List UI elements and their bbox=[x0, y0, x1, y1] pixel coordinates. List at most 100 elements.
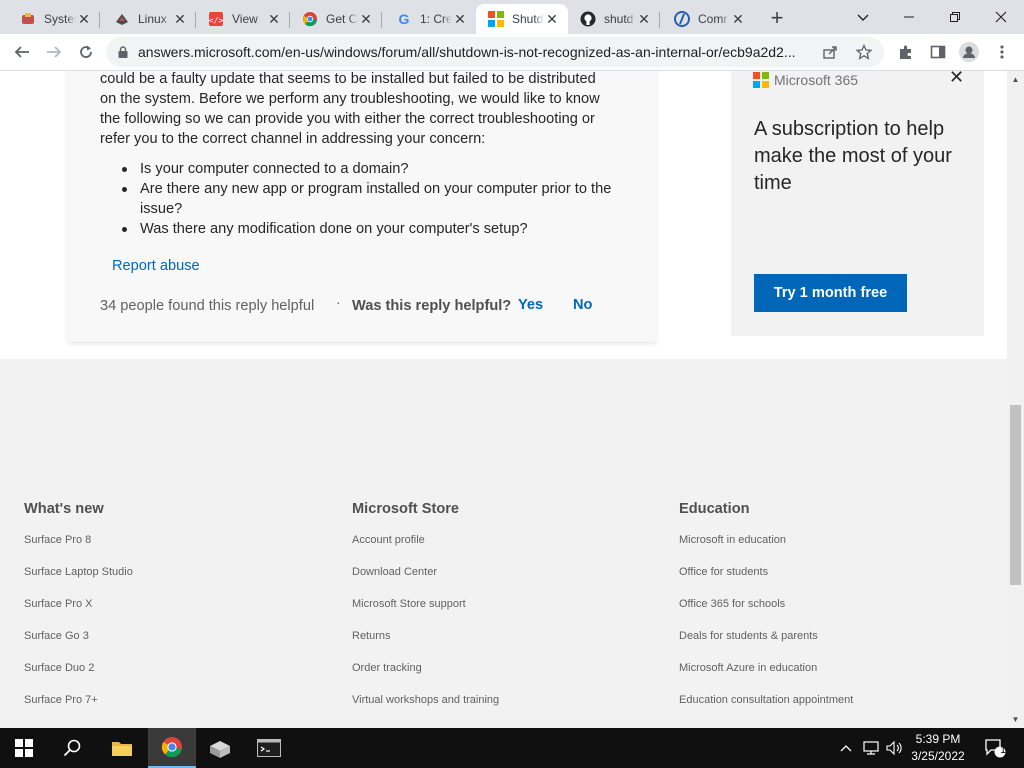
restore-icon bbox=[950, 12, 960, 22]
scroll-up-arrow-icon[interactable]: ▲ bbox=[1007, 71, 1024, 88]
page-scrollbar[interactable]: ▲ ▼ bbox=[1007, 71, 1024, 728]
forward-button[interactable] bbox=[40, 38, 68, 66]
footer-column-education: Education Microsoft in education Office … bbox=[679, 501, 979, 725]
footer-link[interactable]: Returns bbox=[352, 629, 652, 661]
brand-name: Microsoft 365 bbox=[774, 72, 859, 88]
footer-link[interactable]: Office for students bbox=[679, 565, 979, 597]
footer-heading: Education bbox=[679, 501, 750, 517]
footer-link[interactable]: Download Center bbox=[352, 565, 652, 597]
tab-title: View bbox=[232, 12, 258, 26]
footer-link[interactable]: Surface Duo 2 bbox=[24, 661, 324, 693]
tab-title: Linux bbox=[138, 12, 167, 26]
vote-yes-button[interactable]: Yes bbox=[518, 297, 543, 313]
close-tab-icon[interactable]: ✕ bbox=[636, 11, 652, 27]
notification-count: 1 bbox=[1000, 745, 1006, 756]
helpful-question: Was this reply helpful? bbox=[352, 298, 512, 314]
github-icon bbox=[580, 11, 596, 27]
browser-tab[interactable]: Get C ✕ bbox=[290, 4, 382, 34]
footer-link[interactable]: Deals for students & parents bbox=[679, 629, 979, 661]
footer-link[interactable]: Surface Go 3 bbox=[24, 629, 324, 661]
tab-title: Shutd bbox=[512, 12, 544, 26]
terminal-taskbar-button[interactable] bbox=[245, 728, 293, 768]
terminal-icon bbox=[257, 739, 281, 757]
bookmark-star-icon[interactable] bbox=[856, 44, 872, 60]
arrow-right-icon bbox=[47, 46, 62, 58]
chrome-menu-button[interactable] bbox=[988, 38, 1016, 66]
footer-link[interactable]: Surface Pro 7+ bbox=[24, 693, 324, 725]
browser-tab[interactable]: G 1: Cre ✕ bbox=[384, 4, 476, 34]
address-bar[interactable]: answers.microsoft.com/en-us/windows/foru… bbox=[106, 37, 884, 67]
list-item: Are there any new app or program install… bbox=[120, 179, 620, 219]
report-abuse-link[interactable]: Report abuse bbox=[112, 258, 200, 274]
file-explorer-button[interactable] bbox=[98, 728, 146, 768]
browser-tab-active[interactable]: Shutd ✕ bbox=[476, 4, 568, 34]
reload-icon bbox=[80, 45, 92, 58]
footer-link[interactable]: Virtual workshops and training bbox=[352, 693, 652, 725]
share-icon[interactable] bbox=[822, 44, 838, 60]
list-item: Is your computer connected to a domain? bbox=[120, 159, 620, 179]
reload-button[interactable] bbox=[72, 38, 100, 66]
browser-tab[interactable]: shutd ✕ bbox=[568, 4, 660, 34]
footer-link[interactable]: Surface Pro X bbox=[24, 597, 324, 629]
side-panel-button[interactable] bbox=[924, 38, 952, 66]
browser-tab[interactable]: Linux ✕ bbox=[102, 4, 196, 34]
browser-tab[interactable]: Comr ✕ bbox=[662, 4, 754, 34]
ad-headline: A subscription to help make the most of … bbox=[754, 118, 952, 194]
ad-card: Microsoft 365 ✕ A subscription to help m… bbox=[731, 71, 984, 336]
tab-search-button[interactable] bbox=[840, 0, 886, 34]
footer-heading: What's new bbox=[24, 501, 104, 517]
footer-link[interactable]: Office 365 for schools bbox=[679, 597, 979, 629]
restore-button[interactable] bbox=[932, 0, 978, 34]
app-icon bbox=[674, 11, 690, 27]
svg-text:</>: </> bbox=[209, 16, 224, 25]
reply-line: refer you to the correct channel in addr… bbox=[100, 131, 486, 147]
back-button[interactable] bbox=[8, 38, 36, 66]
close-tab-icon[interactable]: ✕ bbox=[730, 11, 746, 27]
scrollbar-thumb[interactable] bbox=[1010, 405, 1021, 585]
app-taskbar-button[interactable] bbox=[196, 728, 244, 768]
chrome-taskbar-button[interactable] bbox=[148, 728, 196, 768]
close-tab-icon[interactable]: ✕ bbox=[452, 11, 468, 27]
new-tab-button[interactable]: + bbox=[764, 6, 790, 32]
vote-no-button[interactable]: No bbox=[573, 297, 592, 313]
browser-tab[interactable]: System ✕ bbox=[8, 4, 100, 34]
network-button[interactable] bbox=[860, 728, 882, 768]
system-clock[interactable]: 5:39 PM 3/25/2022 bbox=[906, 731, 970, 765]
footer-link[interactable]: Microsoft Azure in education bbox=[679, 661, 979, 693]
scroll-down-arrow-icon[interactable]: ▼ bbox=[1007, 711, 1024, 728]
close-tab-icon[interactable]: ✕ bbox=[76, 11, 92, 27]
url-text[interactable]: answers.microsoft.com/en-us/windows/foru… bbox=[138, 44, 808, 60]
app-icon bbox=[114, 11, 130, 27]
network-icon bbox=[863, 741, 879, 755]
volume-button[interactable] bbox=[884, 728, 906, 768]
start-button[interactable] bbox=[0, 728, 48, 768]
search-button[interactable] bbox=[48, 728, 96, 768]
profile-button[interactable] bbox=[955, 38, 983, 66]
arrow-left-icon bbox=[14, 46, 29, 58]
footer-link[interactable]: Surface Laptop Studio bbox=[24, 565, 324, 597]
extensions-button[interactable] bbox=[892, 38, 920, 66]
reply-body: could be a faulty update that seems to b… bbox=[100, 71, 630, 149]
footer-link[interactable]: Order tracking bbox=[352, 661, 652, 693]
minimize-icon bbox=[904, 16, 914, 18]
app-icon bbox=[20, 11, 36, 27]
footer-link[interactable]: Account profile bbox=[352, 533, 652, 565]
browser-tab[interactable]: </> View ✕ bbox=[196, 4, 290, 34]
chrome-icon bbox=[302, 11, 318, 27]
tab-strip: System ✕ Linux ✕ </> View ✕ Get C ✕ G 1:… bbox=[0, 0, 1024, 34]
try-free-button[interactable]: Try 1 month free bbox=[754, 274, 907, 312]
close-tab-icon[interactable]: ✕ bbox=[358, 11, 374, 27]
show-hidden-icons-button[interactable] bbox=[836, 728, 856, 768]
minimize-button[interactable] bbox=[886, 0, 932, 34]
tab-title: shutd bbox=[604, 12, 634, 26]
close-tab-icon[interactable]: ✕ bbox=[544, 11, 560, 27]
close-window-button[interactable] bbox=[978, 0, 1024, 34]
footer-link[interactable]: Surface Pro 8 bbox=[24, 533, 324, 565]
action-center-button[interactable]: 1 bbox=[980, 728, 1010, 768]
footer-link[interactable]: Microsoft in education bbox=[679, 533, 979, 565]
footer-link[interactable]: Microsoft Store support bbox=[352, 597, 652, 629]
footer-link[interactable]: Education consultation appointment bbox=[679, 693, 979, 725]
close-tab-icon[interactable]: ✕ bbox=[172, 11, 188, 27]
close-tab-icon[interactable]: ✕ bbox=[266, 11, 282, 27]
close-ad-button[interactable]: ✕ bbox=[949, 71, 964, 88]
